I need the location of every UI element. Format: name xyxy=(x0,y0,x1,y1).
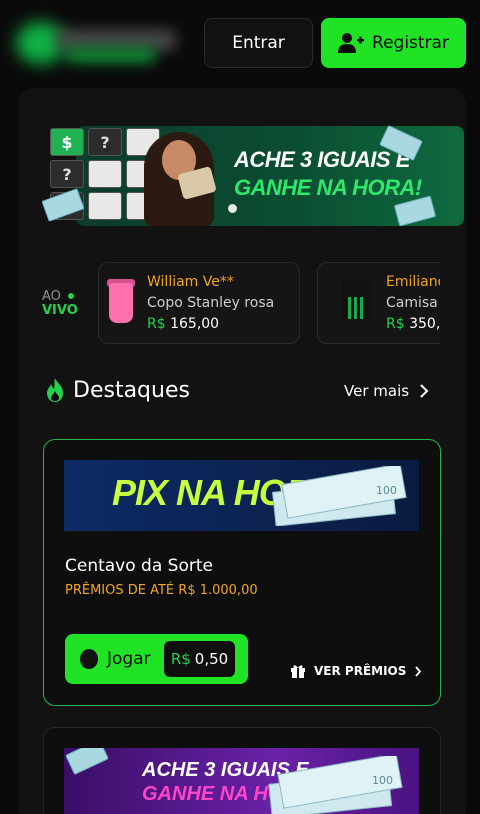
winner-name: Emiliano xyxy=(386,274,440,290)
logo[interactable] xyxy=(16,14,180,74)
live-indicator-dot xyxy=(68,293,74,299)
chevron-right-icon xyxy=(420,384,429,398)
winner-value: R$ 350, xyxy=(386,316,440,332)
stanley-cup-image xyxy=(109,283,133,323)
see-prizes-link[interactable]: VER PRÊMIOS xyxy=(290,663,422,679)
gift-icon xyxy=(291,665,305,678)
add-user-icon xyxy=(338,33,365,53)
see-more-link[interactable]: Ver mais xyxy=(344,382,429,400)
login-button-label: Entrar xyxy=(232,33,285,53)
winner-amount: 165,00 xyxy=(170,316,220,332)
game-title: Centavo da Sorte xyxy=(65,556,213,576)
game-card-banner: PIX NA HORA! 100 xyxy=(64,460,419,531)
play-ball-icon xyxy=(80,649,98,669)
play-button-label: Jogar xyxy=(107,649,151,669)
money-stack-image: 100 xyxy=(272,466,407,526)
play-button[interactable]: Jogar R$ 0,50 xyxy=(65,634,248,684)
logo-text-blurred xyxy=(56,30,176,50)
game-card-banner: ACHE 3 IGUAIS E GANHE NA HORA 100 xyxy=(64,748,419,814)
promo-banner[interactable]: $ ? ? ? ACHE 3 IGUAIS E GANHE NA HORA! xyxy=(41,124,464,228)
blank-tile xyxy=(88,192,122,220)
flame-icon xyxy=(47,378,63,402)
winner-name: William Ve** xyxy=(147,274,234,290)
banner-headline: ACHE 3 IGUAIS E GANHE NA HORA! xyxy=(234,146,422,202)
live-label-bottom: VIVO xyxy=(42,303,78,318)
winner-amount: 350, xyxy=(409,316,440,332)
play-price-badge: R$ 0,50 xyxy=(164,641,235,677)
dollar-tile: $ xyxy=(50,128,84,156)
winner-currency: R$ xyxy=(147,316,166,332)
banner-person-image xyxy=(136,126,232,226)
banner-headline-line2: GANHE NA HORA! xyxy=(234,175,422,200)
winner-currency: R$ xyxy=(386,316,405,332)
question-tile: ? xyxy=(88,128,122,156)
winner-value: R$ 165,00 xyxy=(147,316,219,332)
winner-prize: Camisa xyxy=(386,295,438,311)
login-button[interactable]: Entrar xyxy=(204,18,313,68)
winner-card: Emiliano Camisa R$ 350, xyxy=(317,262,440,344)
game-subtitle: PRÊMIOS DE ATÉ R$ 1.000,00 xyxy=(65,583,258,598)
money-stack-image: 100 xyxy=(268,756,403,814)
blank-tile xyxy=(88,160,122,188)
svg-text:100: 100 xyxy=(372,774,393,787)
question-tile: ? xyxy=(50,160,84,188)
live-winners-strip: William Ve** Copo Stanley rosa R$ 165,00… xyxy=(98,262,440,344)
see-prizes-label: VER PRÊMIOS xyxy=(314,664,407,678)
see-more-label: Ver mais xyxy=(344,382,410,400)
register-button[interactable]: Registrar xyxy=(321,18,466,68)
price-amount: 0,50 xyxy=(194,650,229,668)
chevron-right-icon xyxy=(415,665,422,677)
carousel-dot[interactable] xyxy=(228,204,237,213)
header: Entrar Registrar xyxy=(0,0,480,88)
register-button-label: Registrar xyxy=(372,33,449,53)
svg-text:100: 100 xyxy=(376,484,397,497)
money-bill-image xyxy=(65,748,109,775)
price-currency: R$ xyxy=(170,650,191,668)
highlights-title: Destaques xyxy=(73,378,190,403)
jersey-image-stripes xyxy=(348,297,366,319)
winner-prize: Copo Stanley rosa xyxy=(147,295,275,311)
logo-subtext-blurred xyxy=(66,48,156,62)
winner-card: William Ve** Copo Stanley rosa R$ 165,00 xyxy=(98,262,300,344)
